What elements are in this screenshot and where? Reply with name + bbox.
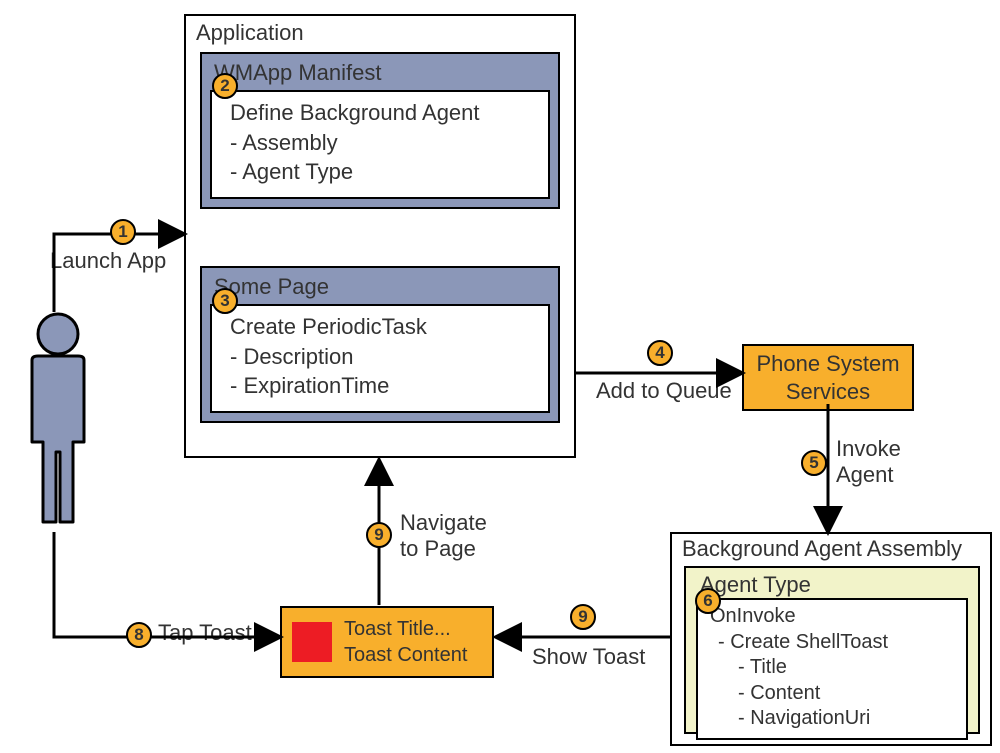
- step-label-7a: Show Toast: [532, 644, 645, 670]
- step-badge-6: 6: [695, 588, 721, 614]
- manifest-inner: Define Background Agent - Assembly - Age…: [210, 90, 550, 199]
- step-label-1: Launch App: [50, 248, 166, 274]
- step-label-4: Add to Queue: [596, 378, 732, 404]
- phone-services-label: Phone System Services: [756, 350, 899, 405]
- toast-box[interactable]: Toast Title... Toast Content: [280, 606, 494, 678]
- step-label-9: Navigate to Page: [400, 510, 487, 562]
- agent-type-inner: OnInvoke - Create ShellToast - Title - C…: [696, 598, 968, 740]
- page-heading: Create PeriodicTask: [230, 312, 530, 342]
- manifest-box: WMApp Manifest Define Background Agent -…: [200, 52, 560, 209]
- agent-type-sub: - Create ShellToast: [710, 630, 954, 656]
- page-title: Some Page: [214, 274, 550, 300]
- toast-text: Toast Title... Toast Content: [344, 616, 467, 668]
- toast-content: Toast Content: [344, 642, 467, 668]
- background-assembly-container: Background Agent Assembly Agent Type OnI…: [670, 532, 992, 746]
- step-badge-5: 5: [801, 450, 827, 476]
- agent-type-title: Agent Type: [700, 572, 968, 598]
- agent-type-heading: OnInvoke: [710, 604, 954, 630]
- step-badge-9: 9: [366, 522, 392, 548]
- agent-type-box: Agent Type OnInvoke - Create ShellToast …: [684, 566, 980, 734]
- step-badge-2: 2: [212, 73, 238, 99]
- page-inner: Create PeriodicTask - Description - Expi…: [210, 304, 550, 413]
- manifest-item-1: - Agent Type: [230, 157, 530, 187]
- background-assembly-title: Background Agent Assembly: [682, 536, 962, 562]
- page-box: Some Page Create PeriodicTask - Descript…: [200, 266, 560, 423]
- phone-services-box: Phone System Services: [742, 344, 914, 411]
- agent-type-item-0: - Title: [710, 655, 954, 681]
- step-label-8: Tap Toast: [158, 620, 252, 646]
- step-badge-1: 1: [110, 219, 136, 245]
- step-label-5: Invoke Agent: [836, 436, 901, 488]
- step-badge-3: 3: [212, 288, 238, 314]
- step-badge-7a: 9: [570, 604, 596, 630]
- manifest-title: WMApp Manifest: [214, 60, 550, 86]
- toast-title: Toast Title...: [344, 616, 467, 642]
- step-badge-8: 8: [126, 622, 152, 648]
- page-item-0: - Description: [230, 342, 530, 372]
- manifest-item-0: - Assembly: [230, 128, 530, 158]
- page-item-1: - ExpirationTime: [230, 371, 530, 401]
- agent-type-item-2: - NavigationUri: [710, 706, 954, 732]
- toast-app-icon: [292, 622, 332, 662]
- application-title: Application: [196, 20, 304, 46]
- manifest-heading: Define Background Agent: [230, 98, 530, 128]
- application-container: Application WMApp Manifest Define Backgr…: [184, 14, 576, 458]
- step-badge-4: 4: [647, 340, 673, 366]
- agent-type-item-1: - Content: [710, 681, 954, 707]
- user-icon: [18, 312, 98, 532]
